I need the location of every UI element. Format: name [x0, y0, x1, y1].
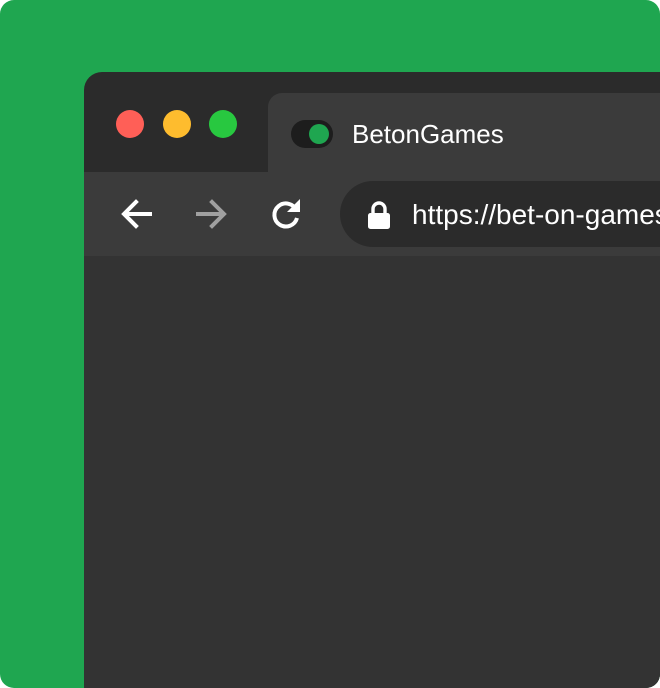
close-window-button[interactable]: [116, 110, 144, 138]
browser-window: BetonGames https://bet-on-games: [84, 72, 660, 688]
desktop-background: BetonGames https://bet-on-games: [0, 0, 660, 688]
back-button[interactable]: [117, 194, 157, 234]
address-bar[interactable]: https://bet-on-games: [340, 181, 660, 247]
maximize-window-button[interactable]: [209, 110, 237, 138]
toggle-knob: [309, 124, 329, 144]
url-text[interactable]: https://bet-on-games: [412, 200, 660, 230]
tab-active[interactable]: BetonGames: [268, 93, 660, 172]
title-bar: BetonGames: [84, 72, 660, 172]
lock-icon: [368, 201, 390, 229]
page-content-area: [84, 256, 660, 688]
reload-button[interactable]: [266, 194, 306, 234]
forward-button[interactable]: [191, 194, 231, 234]
minimize-window-button[interactable]: [163, 110, 191, 138]
reload-icon: [272, 199, 300, 229]
toggle-icon: [291, 120, 333, 148]
arrow-left-icon: [121, 199, 152, 229]
navigation-toolbar: https://bet-on-games: [84, 172, 660, 256]
tab-title: BetonGames: [352, 119, 504, 149]
arrow-right-icon: [196, 199, 227, 229]
